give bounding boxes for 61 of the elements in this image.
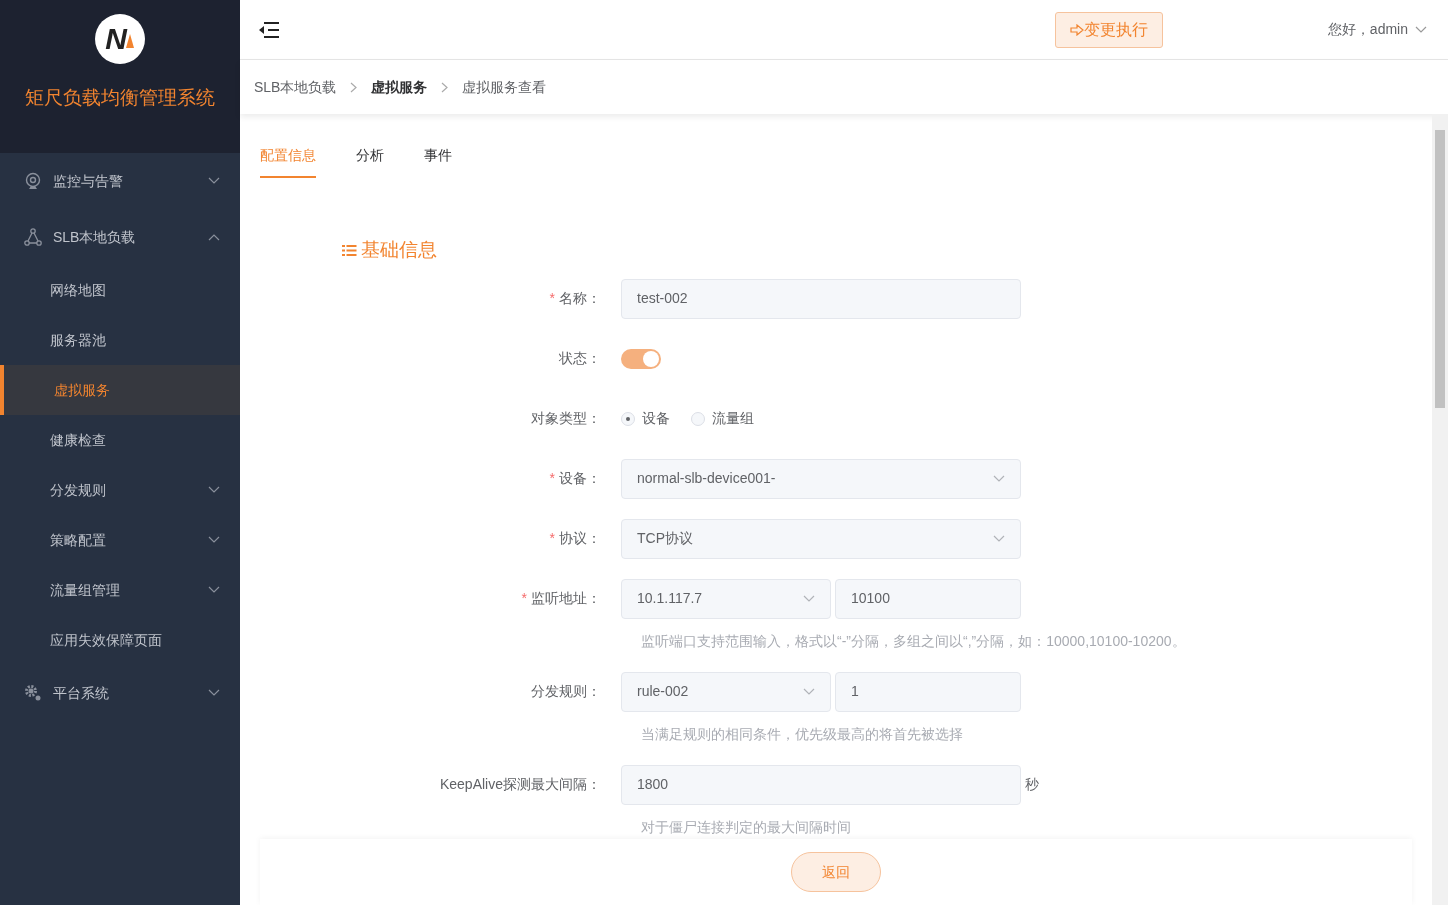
user-menu[interactable]: 您好，admin — [1327, 19, 1427, 40]
sidebar-subitem[interactable]: 网络地图 — [0, 265, 240, 315]
sidebar-subitem[interactable]: 分发规则 — [0, 465, 240, 515]
sidebar-subitem[interactable]: 健康检查 — [0, 415, 240, 465]
arrow-right-icon — [1069, 23, 1084, 36]
chevron-down-icon — [803, 687, 815, 696]
hint-text: 监听端口支持范围输入，格式以“-”分隔，多组之间以“,”分隔，如：10000,10100-10200。 — [641, 631, 1187, 651]
section-title: 基础信息 — [360, 238, 437, 262]
input-field[interactable]: 1 — [835, 671, 1021, 712]
chevron-down-icon — [803, 594, 815, 603]
sidebar-subitem[interactable]: 服务器池 — [0, 315, 240, 365]
tab[interactable]: 分析 — [356, 134, 384, 178]
network-icon — [24, 228, 42, 246]
breadcrumb-link[interactable]: SLB本地负载 — [254, 76, 337, 98]
sidebar-subitem[interactable]: 应用失效保障页面 — [0, 615, 240, 665]
required-mark: * — [521, 590, 527, 606]
input-field[interactable]: 10100 — [835, 578, 1021, 619]
sidebar-item[interactable]: 平台系统 — [0, 665, 240, 721]
chevron-down-icon — [1415, 25, 1427, 34]
input-field[interactable]: 1800 — [621, 764, 1021, 805]
sidebar-subitem[interactable]: 策略配置 — [0, 515, 240, 565]
field-label: 监听地址： — [531, 590, 601, 606]
sidebar-subitem[interactable]: 虚拟服务 — [0, 365, 240, 415]
field-label: 协议： — [559, 530, 601, 546]
tab[interactable]: 事件 — [424, 134, 452, 178]
sidebar-item[interactable]: SLB本地负载 — [0, 209, 240, 265]
field-label: 状态： — [559, 350, 601, 366]
list-icon — [342, 243, 357, 257]
toggle-switch[interactable] — [621, 348, 661, 369]
select-field[interactable]: TCP协议 — [621, 518, 1021, 559]
field-label: 名称： — [559, 290, 601, 306]
triangle-icon — [126, 34, 134, 48]
select-field[interactable]: rule-002 — [621, 671, 831, 712]
logo: N — [95, 14, 145, 64]
gear-icon — [24, 684, 42, 702]
chevron-down-icon — [993, 534, 1005, 543]
sidebar-item[interactable]: 监控与告警 — [0, 153, 240, 209]
webcam-icon — [24, 172, 42, 190]
chevron-right-icon — [350, 81, 358, 93]
radio-option[interactable]: 流量组 — [691, 408, 754, 429]
chevron-right-icon — [441, 81, 449, 93]
app-title: 矩尺负载均衡管理系统 — [25, 86, 215, 110]
unit-label: 秒 — [1024, 775, 1039, 794]
breadcrumb-link[interactable]: 虚拟服务查看 — [462, 76, 547, 98]
input-field[interactable]: test-002 — [621, 278, 1021, 319]
scrollbar[interactable] — [1432, 114, 1448, 905]
field-label: 分发规则： — [531, 683, 601, 699]
radio-option[interactable]: 设备 — [621, 408, 670, 429]
sidebar-subitem[interactable]: 流量组管理 — [0, 565, 240, 615]
field-label: 设备： — [559, 470, 601, 486]
hint-text: 对于僵尸连接判定的最大间隔时间 — [641, 817, 852, 837]
chevron-down-icon — [993, 474, 1005, 483]
required-mark: * — [549, 290, 555, 306]
hint-text: 当满足规则的相同条件，优先级最高的将首先被选择 — [641, 724, 964, 744]
required-mark: * — [549, 530, 555, 546]
field-label: KeepAlive探测最大间隔： — [439, 776, 601, 792]
required-mark: * — [549, 470, 555, 486]
field-label: 对象类型： — [531, 410, 601, 426]
breadcrumb-link[interactable]: 虚拟服务 — [371, 76, 428, 98]
select-field[interactable]: normal-slb-device001- — [621, 458, 1021, 499]
select-field[interactable]: 10.1.117.7 — [621, 578, 831, 619]
